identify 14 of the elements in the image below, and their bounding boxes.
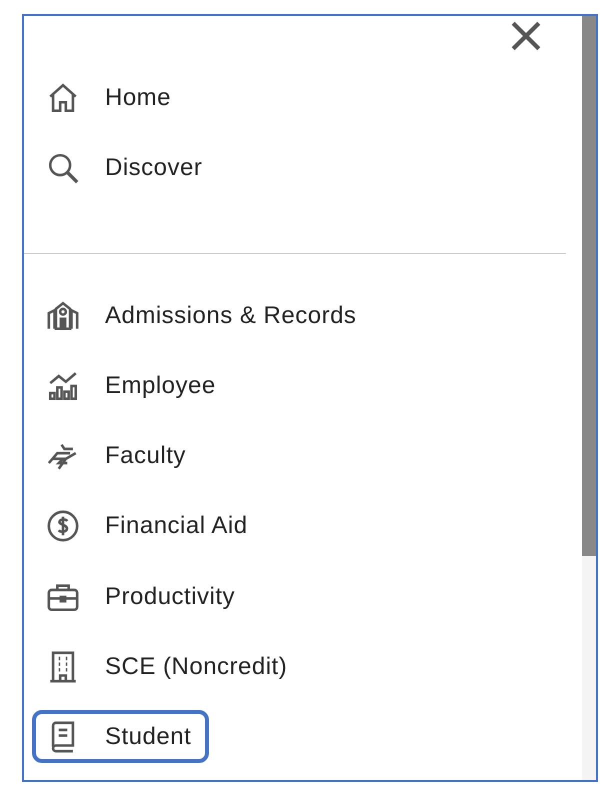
menu-item[interactable]: Faculty — [32, 430, 204, 484]
menu-item[interactable]: Employee — [32, 360, 234, 414]
search-icon — [46, 151, 80, 186]
menu-item[interactable]: Admissions & Records — [32, 290, 374, 343]
menu-item[interactable]: SCE (Noncredit) — [32, 640, 306, 694]
scrollbar-thumb[interactable] — [582, 16, 596, 556]
scrollbar[interactable] — [582, 16, 596, 780]
menu-item[interactable]: Discover — [32, 141, 220, 195]
close-icon[interactable] — [510, 20, 542, 52]
dollar-icon — [46, 509, 80, 544]
highlighted-menu-item[interactable]: Student — [32, 710, 210, 764]
menu-item[interactable]: Productivity — [32, 570, 254, 624]
menu-item[interactable]: Home — [32, 71, 190, 125]
menu-item[interactable]: Financial Aid — [32, 500, 266, 554]
